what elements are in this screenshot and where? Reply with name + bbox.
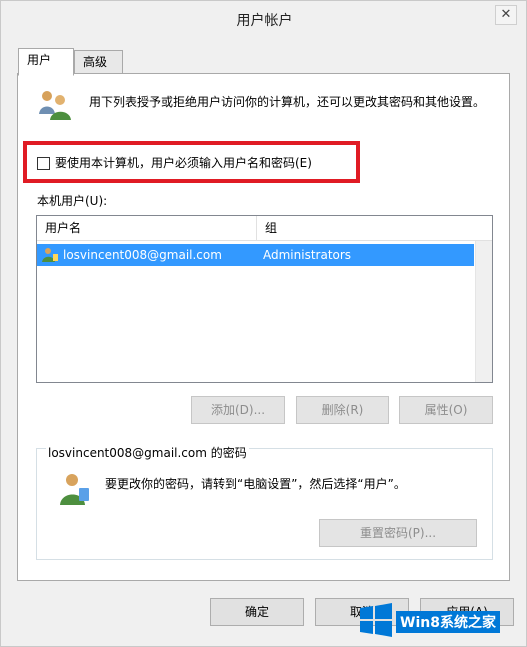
users-icon <box>36 87 72 123</box>
properties-button[interactable]: 属性(O) <box>399 396 493 424</box>
user-account-icon <box>41 246 59 264</box>
reset-password-button[interactable]: 重置密码(P)... <box>319 519 477 547</box>
watermark-text: Win8系统之家 <box>396 611 500 633</box>
close-button[interactable]: ✕ <box>495 5 517 25</box>
tab-advanced-label: 高级 <box>83 55 108 69</box>
column-header-username[interactable]: 用户名 <box>37 216 257 241</box>
ok-button[interactable]: 确定 <box>210 598 304 626</box>
title-bar: 用户帐户 ✕ <box>1 1 527 35</box>
users-intro-text: 用下列表授予或拒绝用户访问你的计算机，还可以更改其密码和其他设置。 <box>89 95 486 109</box>
group-cell: Administrators <box>263 248 352 262</box>
tab-advanced[interactable]: 高级 <box>74 50 123 74</box>
windows-logo-icon <box>359 603 393 637</box>
column-header-group[interactable]: 组 <box>257 216 475 241</box>
users-list[interactable]: 用户名 组 losvincent008@gmail.com Administra… <box>36 215 493 383</box>
tab-users-label: 用户 <box>27 53 52 67</box>
password-groupbox-title: losvincent008@gmail.com 的密码 <box>46 444 249 461</box>
user-password-icon <box>56 471 92 507</box>
add-user-button[interactable]: 添加(D)... <box>191 396 285 424</box>
local-users-label: 本机用户(U): <box>37 194 108 208</box>
users-list-header: 用户名 组 <box>37 216 492 241</box>
tab-users[interactable]: 用户 <box>18 48 74 76</box>
table-row[interactable]: losvincent008@gmail.com Administrators <box>37 244 474 266</box>
vertical-scrollbar[interactable] <box>475 241 492 382</box>
user-accounts-window: 用户帐户 ✕ 用户 高级 用下列表授予或拒绝用户访问你的计算机，还可以更改其密码… <box>0 0 527 647</box>
highlight-box <box>23 141 360 183</box>
window-title: 用户帐户 <box>236 13 293 29</box>
username-cell: losvincent008@gmail.com <box>63 248 222 262</box>
password-change-message: 要更改你的密码，请转到“电脑设置”，然后选择“用户”。 <box>105 477 406 491</box>
remove-user-button[interactable]: 删除(R) <box>296 396 389 424</box>
